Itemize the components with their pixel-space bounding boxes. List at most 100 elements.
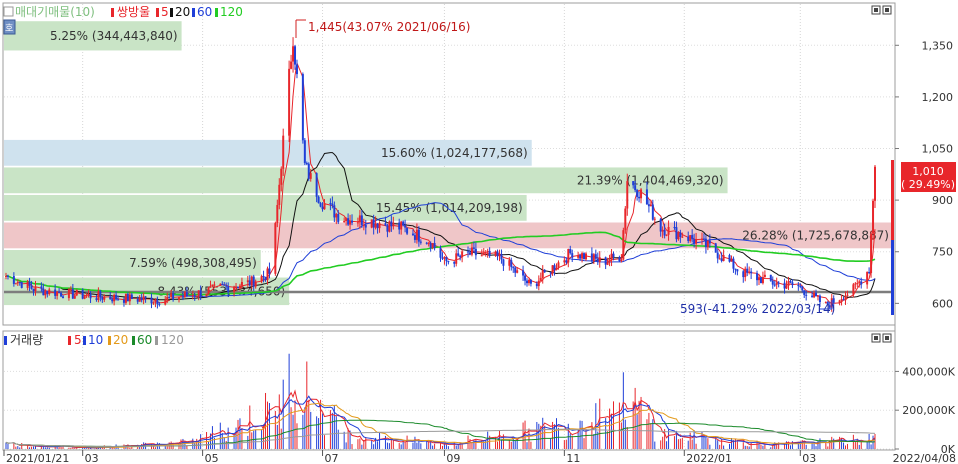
vma10-legend-icon xyxy=(83,336,86,345)
candle-body xyxy=(301,74,304,141)
candle-body xyxy=(274,223,277,274)
minimize-icon-glyph xyxy=(874,8,878,12)
candle-body xyxy=(498,254,501,257)
candle-body xyxy=(860,281,863,285)
candle-body xyxy=(323,203,326,210)
x-tick-label: 2021/01/21 xyxy=(6,452,69,464)
candle-body xyxy=(205,293,208,297)
price-legend: 매대기매물(10) 쌍방울 5 20 60 120 xyxy=(3,5,243,19)
candle-body xyxy=(343,221,346,223)
candle-body xyxy=(777,282,780,284)
candle-body xyxy=(797,285,800,287)
candle-body xyxy=(744,268,747,278)
candle-body xyxy=(252,276,255,287)
candle-body xyxy=(482,252,485,256)
candle-body xyxy=(54,289,57,296)
x-tick-label: 09 xyxy=(446,452,460,464)
candle-body xyxy=(128,294,131,302)
candle-body xyxy=(372,219,375,228)
side-toggle-button[interactable]: 호 xyxy=(3,19,16,35)
candle-body xyxy=(557,262,560,268)
volume-profile-label: 15.60% (1,024,177,568) xyxy=(381,146,528,160)
candle-body xyxy=(785,285,788,289)
candle-body xyxy=(480,255,483,257)
legend-ma5: 5 xyxy=(161,5,169,19)
candle-body xyxy=(345,218,348,222)
candle-body xyxy=(374,223,377,228)
candle-body xyxy=(579,255,582,259)
candle-body xyxy=(510,260,513,268)
candle-body xyxy=(702,238,705,240)
candle-body xyxy=(608,260,611,262)
ma60-legend-icon xyxy=(192,8,195,17)
candle-body xyxy=(292,46,295,62)
candle-body xyxy=(20,282,23,288)
price-tick-label: 750 xyxy=(932,246,953,259)
candle-body xyxy=(413,235,416,240)
legend-ma120: 120 xyxy=(220,5,243,19)
candle-body xyxy=(398,222,401,230)
candle-body xyxy=(168,296,171,298)
side-toggle-label[interactable]: 호 xyxy=(5,23,13,34)
candle-body xyxy=(411,233,414,236)
candle-body xyxy=(581,253,584,259)
candle-body xyxy=(402,221,405,226)
candle-body xyxy=(34,286,37,292)
candle-body xyxy=(675,227,678,240)
candle-body xyxy=(852,284,855,295)
candle-body xyxy=(838,300,841,303)
current-price: 1,010 xyxy=(912,165,944,178)
candle-body xyxy=(539,277,542,281)
candle-body xyxy=(85,295,88,297)
candle-body xyxy=(732,258,735,269)
volume-tick-label: 400,000K xyxy=(902,365,955,378)
candle-body xyxy=(468,252,471,255)
candle-body xyxy=(44,290,47,296)
volume-legend-ma20: 20 xyxy=(113,333,128,347)
candle-body xyxy=(569,249,572,254)
candle-body xyxy=(46,290,49,295)
candle-body xyxy=(87,293,90,296)
candle-body xyxy=(223,284,226,286)
candle-body xyxy=(60,292,63,297)
candle-body xyxy=(56,291,59,296)
candle-body xyxy=(246,280,249,282)
candle-body xyxy=(640,189,643,199)
candle-body xyxy=(303,140,306,163)
candle-body xyxy=(370,219,373,228)
candle-body xyxy=(307,163,310,179)
candle-body xyxy=(842,299,845,301)
candle-body xyxy=(730,258,733,262)
volume-profile-label: 5.25% (344,443,840) xyxy=(50,29,178,43)
candle-body xyxy=(645,189,648,205)
candle-body xyxy=(594,254,597,259)
price-tick-label: 1,050 xyxy=(922,143,954,156)
candle-body xyxy=(541,270,544,278)
candle-body xyxy=(404,225,407,228)
candle-body xyxy=(679,232,682,237)
candle-body xyxy=(746,268,749,273)
candle-body xyxy=(144,296,147,298)
candle-body xyxy=(592,254,595,262)
candle-body xyxy=(276,204,279,224)
x-tick-label: 03 xyxy=(802,452,816,464)
candle-body xyxy=(266,268,269,281)
x-tick-label: 11 xyxy=(566,452,580,464)
candle-body xyxy=(376,223,379,229)
candle-body xyxy=(626,181,629,209)
candle-body xyxy=(152,302,155,304)
candle-body xyxy=(69,289,72,291)
candle-body xyxy=(742,271,745,278)
low-annotation-text: 593(-41.29% 2022/03/14) xyxy=(680,302,835,316)
candle-body xyxy=(596,258,599,262)
candle-body xyxy=(618,257,621,262)
candle-body xyxy=(647,204,650,207)
candle-body xyxy=(789,281,792,283)
candle-body xyxy=(803,290,806,295)
candle-body xyxy=(488,250,491,256)
candle-body xyxy=(811,295,814,298)
volume-legend-icon xyxy=(4,336,7,345)
candle-body xyxy=(58,291,61,293)
candle-body xyxy=(551,265,554,274)
candle-body xyxy=(571,253,574,258)
